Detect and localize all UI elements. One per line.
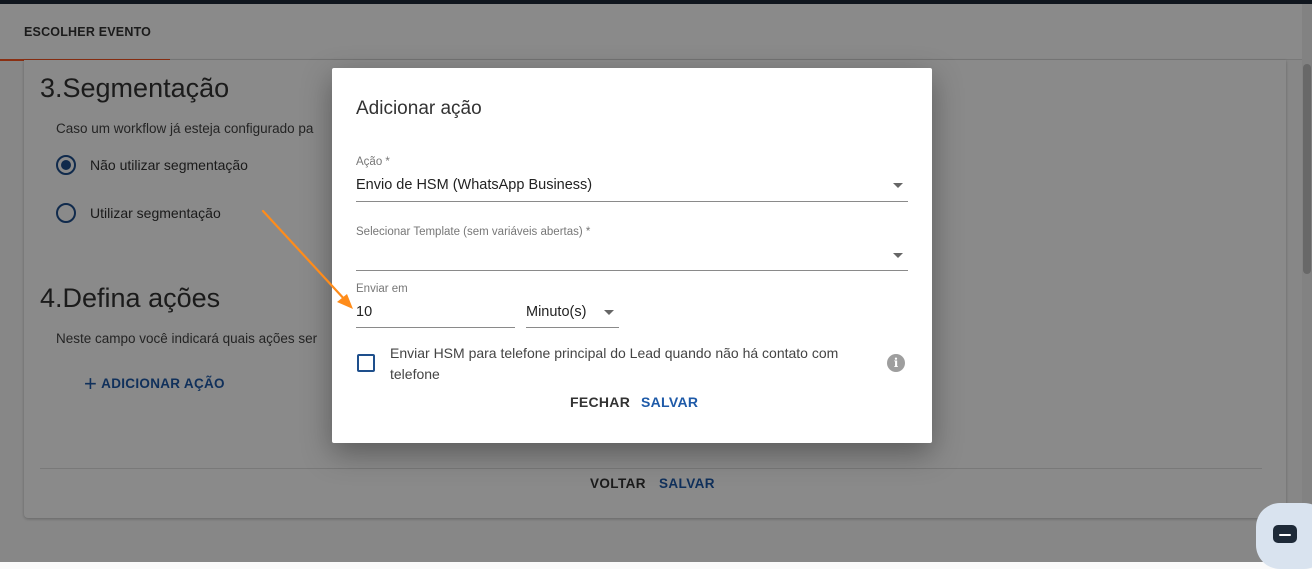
add-action-dialog: Adicionar ação Ação * Envio de HSM (What… [332, 68, 932, 443]
template-chevron-down-icon[interactable] [893, 253, 903, 258]
send-main-phone-checkbox[interactable] [357, 354, 375, 372]
close-button[interactable]: FECHAR [570, 394, 630, 410]
chat-widget-button[interactable] [1256, 503, 1312, 569]
action-select-underline [356, 201, 908, 202]
dialog-title: Adicionar ação [356, 98, 482, 119]
time-unit-select-value[interactable]: Minuto(s) [526, 304, 586, 320]
action-field-label: Ação * [356, 156, 390, 168]
info-icon[interactable]: i [887, 354, 905, 372]
time-unit-underline [526, 327, 619, 328]
time-unit-chevron-down-icon[interactable] [604, 310, 614, 315]
send-in-input[interactable]: 10 [356, 304, 372, 320]
template-field-label: Selecionar Template (sem variáveis abert… [356, 226, 591, 238]
send-main-phone-label[interactable]: Enviar HSM para telefone principal do Le… [390, 343, 870, 385]
dialog-save-button[interactable]: SALVAR [641, 394, 698, 410]
chat-icon [1273, 525, 1297, 543]
send-in-underline [356, 327, 515, 328]
template-select-underline [356, 270, 908, 271]
send-in-label: Enviar em [356, 283, 408, 295]
action-select-value[interactable]: Envio de HSM (WhatsApp Business) [356, 177, 592, 193]
action-chevron-down-icon[interactable] [893, 183, 903, 188]
